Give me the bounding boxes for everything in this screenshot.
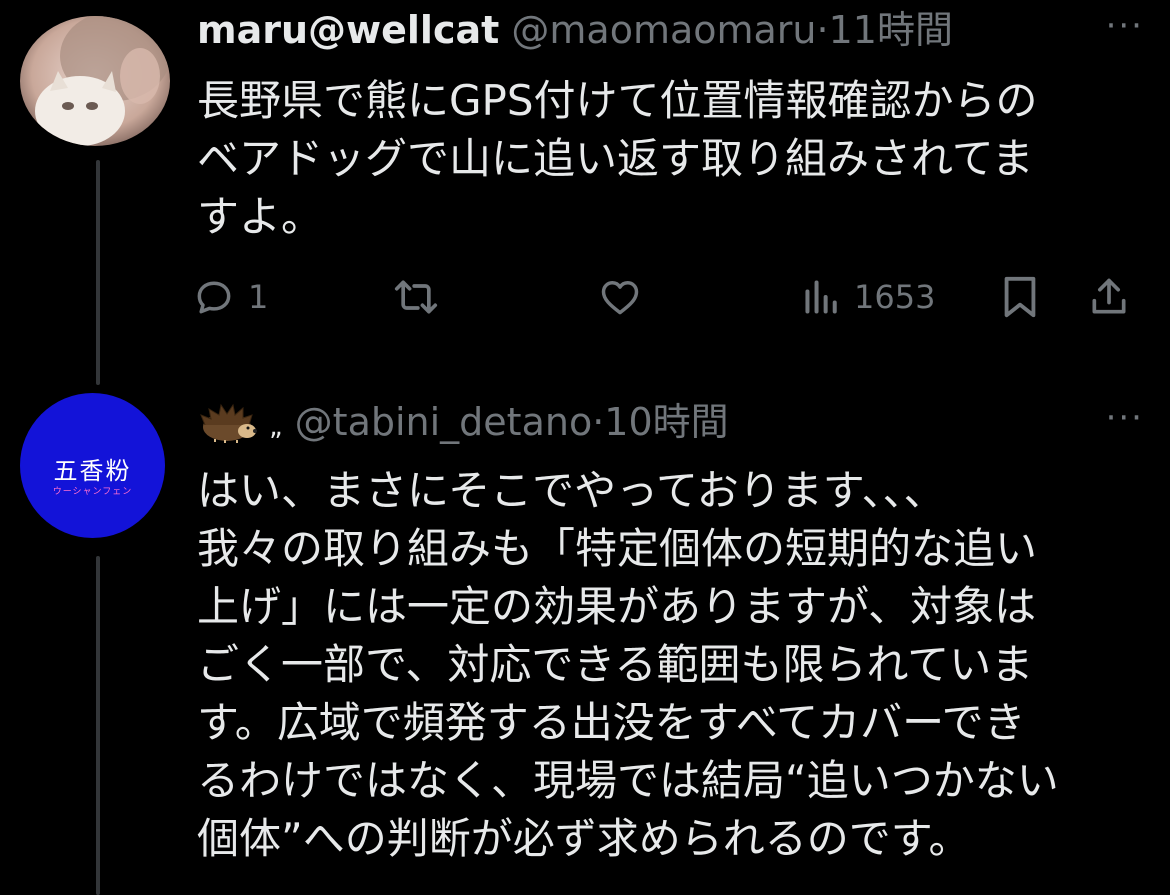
- avatar[interactable]: [20, 16, 170, 146]
- share-button[interactable]: [1087, 272, 1131, 322]
- display-name[interactable]: maru@wellcat: [197, 8, 499, 52]
- avatar-title: 五香粉: [53, 457, 132, 485]
- bookmark-icon: [1000, 274, 1040, 320]
- more-options-icon[interactable]: ···: [1106, 398, 1144, 438]
- timestamp[interactable]: 10時間: [604, 400, 728, 444]
- bookmark-button[interactable]: [1000, 272, 1040, 322]
- hedgehog-icon: [197, 403, 257, 455]
- retweet-icon: [392, 275, 440, 319]
- avatar-subtitle: ウーシャンフェン: [52, 487, 133, 497]
- reply-button[interactable]: 1: [192, 272, 268, 322]
- separator-dot: ·: [592, 400, 605, 444]
- avatar[interactable]: 五香粉 ウーシャンフェン: [20, 393, 165, 538]
- like-button[interactable]: [597, 272, 643, 322]
- tweet-header: maru@wellcat @maomaomaru·11時間: [197, 5, 953, 55]
- thread-line: [96, 556, 100, 895]
- reply-count: 1: [248, 278, 269, 316]
- separator-dot: ·: [816, 8, 829, 52]
- bar-chart-icon: [802, 275, 842, 319]
- tweet-header: „ @tabini_detano·10時間: [197, 397, 729, 455]
- tweet-text: はい、まさにそこでやっております、、、 我々の取り組みも「特定個体の短期的な追い…: [197, 466, 1059, 863]
- reply-icon: [192, 275, 236, 319]
- tweet-text: 長野県で熊にGPS付けて位置情報確認からの ベアドッグで山に追い返す取り組みされ…: [197, 76, 1038, 241]
- heart-icon: [597, 275, 643, 319]
- user-handle[interactable]: @tabini_detano: [295, 400, 593, 444]
- timestamp[interactable]: 11時間: [829, 8, 953, 52]
- retweet-button[interactable]: [392, 272, 440, 322]
- display-name-suffix[interactable]: „: [269, 412, 282, 442]
- user-handle[interactable]: @maomaomaru: [511, 8, 816, 52]
- tweet-actions: 1 1653: [192, 272, 1142, 322]
- thread-line: [96, 160, 100, 385]
- views-button[interactable]: 1653: [802, 272, 935, 322]
- more-options-icon[interactable]: ···: [1106, 6, 1144, 46]
- view-count: 1653: [854, 278, 936, 316]
- share-icon: [1087, 274, 1131, 320]
